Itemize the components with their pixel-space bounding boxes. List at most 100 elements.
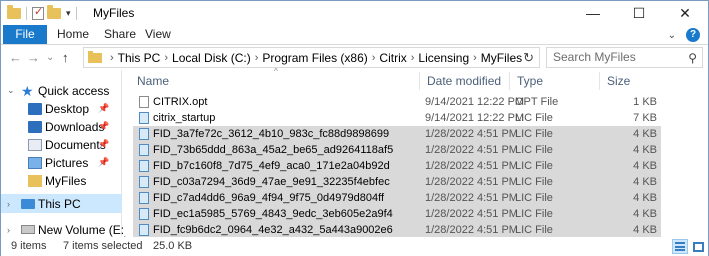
search-placeholder: Search MyFiles: [553, 50, 636, 64]
sidebar-item-desktop[interactable]: Desktop 📌: [1, 99, 122, 118]
file-size: 4 KB: [633, 224, 657, 236]
sidebar-item-label: New Volume (E:): [38, 222, 129, 237]
tab-share[interactable]: Share: [104, 25, 136, 44]
file-date-modified: 1/28/2022 4:51 PM: [425, 160, 518, 172]
large-icons-view-button[interactable]: [690, 239, 706, 254]
file-date-modified: 9/14/2021 12:22 PM: [425, 112, 525, 124]
desktop-icon: [28, 102, 42, 115]
file-type: LIC File: [515, 192, 553, 204]
sidebar-item-this-pc[interactable]: › This PC: [1, 194, 122, 213]
download-icon: [28, 120, 42, 133]
breadcrumb-program-files[interactable]: Program Files (x86): [262, 51, 367, 65]
recent-locations-button[interactable]: ⌄: [46, 52, 54, 63]
star-icon: ★: [21, 82, 34, 99]
file-type: LIC File: [515, 144, 553, 156]
license-file-icon: [139, 176, 149, 188]
column-header-name[interactable]: Name: [129, 70, 419, 92]
pin-icon: 📌: [98, 139, 110, 149]
window-title: MyFiles: [93, 6, 135, 20]
help-icon[interactable]: ?: [686, 28, 700, 42]
refresh-icon[interactable]: ↻: [523, 50, 534, 66]
file-row[interactable]: FID_b7c160f8_7d75_4ef9_aca0_171e2a04b92d…: [133, 158, 661, 174]
file-row[interactable]: CITRIX.opt 9/14/2021 12:22 PM OPT File 1 KB: [133, 94, 661, 110]
file-row[interactable]: FID_fc9b6dc2_0964_4e32_a432_5a443a9002e6…: [133, 222, 661, 238]
close-button[interactable]: ✕: [662, 1, 708, 25]
file-row[interactable]: FID_c7ad4dd6_96a9_4f94_9f75_0d4979d804ff…: [133, 190, 661, 206]
sidebar-item-pictures[interactable]: Pictures 📌: [1, 153, 122, 172]
file-name: FID_b7c160f8_7d75_4ef9_aca0_171e2a04b92d: [153, 160, 390, 172]
customize-toolbar-icon[interactable]: ▾: [66, 8, 71, 19]
up-button[interactable]: ↑: [62, 50, 69, 65]
ribbon-tabs: File Home Share View ⌄ ?: [1, 25, 708, 45]
chevron-down-icon[interactable]: ⌄: [7, 85, 15, 96]
breadcrumb-separator[interactable]: ›: [255, 52, 259, 64]
column-header-size[interactable]: Size: [599, 70, 661, 92]
file-name: FID_c03a7294_36d9_47ae_9e91_32235f4ebfec: [153, 176, 390, 188]
address-row: ← → ⌄ ↑ › This PC › Local Disk (C:) › Pr…: [1, 45, 708, 69]
sidebar-item-label: Pictures: [45, 155, 89, 170]
details-view-button[interactable]: [672, 239, 688, 254]
file-type: OPT File: [515, 96, 559, 108]
drive-icon: [21, 225, 35, 234]
breadcrumb-separator[interactable]: ›: [473, 52, 477, 64]
breadcrumb-local-disk[interactable]: Local Disk (C:): [172, 51, 251, 65]
sidebar-item-label: Desktop: [45, 101, 90, 116]
sidebar-item-documents[interactable]: Documents 📌: [1, 135, 122, 154]
breadcrumb-myfiles[interactable]: MyFiles: [481, 51, 522, 65]
breadcrumb-this-pc[interactable]: This PC: [118, 51, 161, 65]
file-date-modified: 1/28/2022 4:51 PM: [425, 224, 518, 236]
file-row[interactable]: FID_3a7fe72c_3612_4b10_983c_fc88d9898699…: [133, 126, 661, 142]
sidebar-item-quick-access[interactable]: ⌄ ★ Quick access: [1, 81, 122, 100]
breadcrumb-separator[interactable]: ›: [411, 52, 415, 64]
tab-home[interactable]: Home: [57, 25, 89, 44]
expand-ribbon-icon[interactable]: ⌄: [668, 30, 676, 41]
search-input[interactable]: Search MyFiles ⚲: [546, 47, 703, 68]
column-header-date[interactable]: Date modified: [419, 70, 509, 92]
file-size: 4 KB: [633, 176, 657, 188]
folder-icon: [7, 4, 21, 19]
sidebar-item-myfiles[interactable]: MyFiles: [1, 171, 122, 190]
sidebar-item-label: Documents: [45, 137, 106, 152]
file-name: FID_fc9b6dc2_0964_4e32_a432_5a443a9002e6: [153, 224, 393, 236]
breadcrumb-separator[interactable]: ›: [164, 52, 168, 64]
address-bar[interactable]: › This PC › Local Disk (C:) › Program Fi…: [83, 47, 540, 68]
selection-count: 7 items selected: [63, 240, 143, 252]
address-dropdown-icon[interactable]: ⌄: [507, 52, 515, 63]
file-row[interactable]: FID_c03a7294_36d9_47ae_9e91_32235f4ebfec…: [133, 174, 661, 190]
window-controls: — ☐ ✕: [570, 1, 708, 25]
file-name: CITRIX.opt: [153, 96, 208, 108]
new-folder-icon[interactable]: [47, 4, 61, 19]
forward-button[interactable]: →: [27, 50, 40, 65]
file-row[interactable]: FID_ec1a5985_5769_4843_9edc_3eb605e2a9f4…: [133, 206, 661, 222]
license-file-icon: [139, 144, 149, 156]
computer-icon: [21, 198, 35, 209]
file-row[interactable]: citrix_startup 9/14/2021 12:22 PM LIC File…: [133, 110, 661, 126]
back-button[interactable]: ←: [9, 50, 22, 65]
properties-icon[interactable]: [32, 5, 44, 20]
chevron-right-icon[interactable]: ›: [7, 225, 10, 235]
license-file-icon: [139, 160, 149, 172]
sidebar-item-label: Downloads: [45, 119, 105, 134]
minimize-button[interactable]: —: [570, 1, 616, 25]
folder-icon: [88, 50, 102, 63]
large-icons-view-icon: [693, 242, 704, 252]
column-header-type[interactable]: Type: [509, 70, 599, 92]
file-row[interactable]: FID_73b65ddd_863a_45a2_be65_ad9264118af5…: [133, 142, 661, 158]
license-file-icon: [139, 112, 149, 124]
file-date-modified: 1/28/2022 4:51 PM: [425, 192, 518, 204]
file-size: 4 KB: [633, 144, 657, 156]
breadcrumb-separator[interactable]: ›: [110, 52, 114, 64]
breadcrumb-licensing[interactable]: Licensing: [418, 51, 469, 65]
file-size: 1 KB: [633, 96, 657, 108]
breadcrumb-separator[interactable]: ›: [372, 52, 376, 64]
breadcrumb-citrix[interactable]: Citrix: [379, 51, 406, 65]
file-date-modified: 1/28/2022 4:51 PM: [425, 144, 518, 156]
tab-view[interactable]: View: [145, 25, 171, 44]
maximize-button[interactable]: ☐: [616, 1, 662, 25]
tab-file[interactable]: File: [3, 25, 47, 44]
sidebar-item-downloads[interactable]: Downloads 📌: [1, 117, 122, 136]
file-type: LIC File: [515, 224, 553, 236]
quick-access-toolbar: ▾: [7, 4, 79, 21]
search-icon[interactable]: ⚲: [688, 49, 697, 68]
chevron-right-icon[interactable]: ›: [7, 199, 10, 209]
